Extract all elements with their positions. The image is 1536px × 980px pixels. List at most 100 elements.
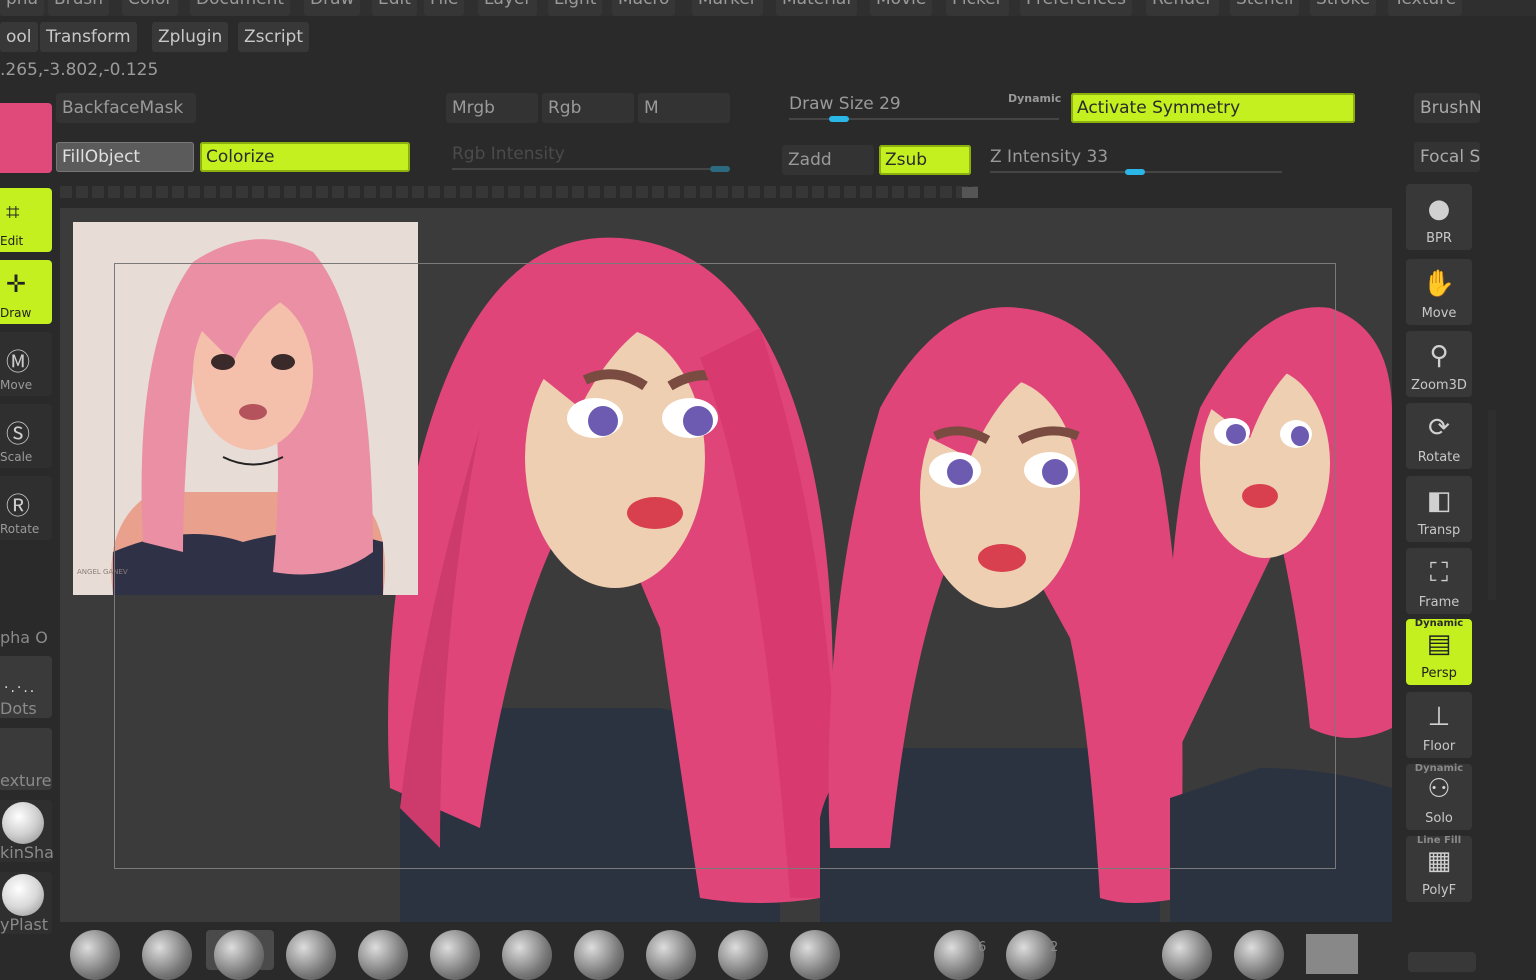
rotate3d-icon: ⟳ <box>1428 413 1450 443</box>
brush-pinch-icon[interactable] <box>430 930 480 980</box>
menu-item[interactable]: pha <box>0 0 44 16</box>
right-tool-frame[interactable]: ⛶ Frame <box>1406 548 1472 614</box>
brush-smooth-icon[interactable] <box>502 930 552 980</box>
rgb-button[interactable]: Rgb <box>542 93 634 123</box>
menu-item[interactable]: Marker <box>692 0 763 16</box>
hand-icon: ✋ <box>1422 269 1456 299</box>
menu-item[interactable]: Stencil <box>1230 0 1300 16</box>
tool-knot-icon[interactable] <box>1162 930 1212 980</box>
shelf-count-b: 2 <box>1050 940 1059 955</box>
skinshade-label: kinSha <box>0 843 54 862</box>
right-scrollbar[interactable] <box>1488 410 1496 600</box>
menu-item[interactable]: Stroke <box>1310 0 1377 16</box>
bottom-right-button[interactable] <box>1408 952 1476 972</box>
submenu-item[interactable]: ool <box>0 22 38 52</box>
menu-item[interactable]: Draw <box>304 0 361 16</box>
brush-move-icon[interactable] <box>214 930 264 980</box>
brush-trim-icon[interactable] <box>646 930 696 980</box>
submenu-item[interactable]: Transform <box>40 22 137 52</box>
brush-standard-icon[interactable] <box>70 930 120 980</box>
brush-button[interactable]: BrushN <box>1414 93 1480 123</box>
z-intensity-knob[interactable] <box>1125 169 1145 175</box>
menu-item[interactable]: Preferences <box>1020 0 1132 16</box>
right-tool-label: Solo <box>1425 811 1453 826</box>
scale-icon: Ⓢ <box>6 420 30 448</box>
texture-label: exture <box>0 771 52 790</box>
left-tool-move[interactable]: Ⓜ Move <box>0 332 52 396</box>
menu-item[interactable]: Macro <box>612 0 676 16</box>
menu-item[interactable]: Layer <box>478 0 538 16</box>
submenu-item[interactable]: Zscript <box>238 22 310 52</box>
right-tool-zoom3d[interactable]: ⚲ Zoom3D <box>1406 331 1472 397</box>
rgb-intensity-track[interactable] <box>452 168 728 170</box>
brush-mat-a-icon[interactable] <box>934 930 984 980</box>
tool-plane-icon[interactable] <box>1306 934 1358 974</box>
document-frame <box>114 263 1336 869</box>
m-button[interactable]: M <box>638 93 730 123</box>
left-tool-edit[interactable]: ⌗ Edit <box>0 188 52 252</box>
menu-item[interactable]: Color <box>122 0 179 16</box>
texture-button[interactable]: exture <box>0 728 52 790</box>
left-tool-rotate[interactable]: Ⓡ Rotate <box>0 476 52 540</box>
menu-item[interactable]: Movie <box>870 0 933 16</box>
menu-item[interactable]: Light <box>548 0 603 16</box>
move-icon: Ⓜ <box>6 348 30 376</box>
right-tool-label: PolyF <box>1421 883 1457 898</box>
brush-clip-icon[interactable] <box>790 930 840 980</box>
right-tool-label: Persp <box>1421 666 1457 681</box>
rgb-intensity-knob[interactable] <box>710 166 730 172</box>
material-skinshade-button[interactable]: kinSha <box>0 800 54 862</box>
dots-stroke-button[interactable]: ·.·.. Dots <box>0 656 52 718</box>
brush-snake-icon[interactable] <box>574 930 624 980</box>
menu-item[interactable]: Picker <box>946 0 1009 16</box>
right-tool-solo[interactable]: Dynamic ⚇ Solo <box>1406 763 1472 830</box>
submenu-item[interactable]: Zplugin <box>152 22 229 52</box>
zadd-button[interactable]: Zadd <box>782 145 874 175</box>
right-tool-persp[interactable]: Dynamic ▤ Persp <box>1406 618 1472 685</box>
material-polyplastic-button[interactable]: yPlast <box>0 872 52 934</box>
activate-symmetry-button[interactable]: Activate Symmetry <box>1071 93 1355 123</box>
tool-cube-icon[interactable] <box>1234 930 1284 980</box>
right-tool-floor[interactable]: ⊥ Floor <box>1406 692 1472 758</box>
frame-icon: ⛶ <box>1429 558 1449 588</box>
menu-item[interactable]: Render <box>1146 0 1219 16</box>
transp-icon: ◧ <box>1426 486 1452 516</box>
brush-clay-icon[interactable] <box>142 930 192 980</box>
left-tool-label: Move <box>0 378 33 392</box>
left-tool-scale[interactable]: Ⓢ Scale <box>0 404 52 468</box>
mrgb-button[interactable]: Mrgb <box>446 93 538 123</box>
dots-icon: ·.·.. <box>4 680 37 696</box>
colorize-button[interactable]: Colorize <box>200 142 410 172</box>
draw-size-value: 29 <box>879 94 901 114</box>
menu-item[interactable]: File <box>424 0 465 16</box>
menu-item[interactable]: Document <box>190 0 291 16</box>
fill-object-button[interactable]: FillObject <box>56 142 194 172</box>
right-tool-transp[interactable]: ◧ Transp <box>1406 476 1472 542</box>
tray-handle[interactable] <box>962 187 978 198</box>
right-tool-rotate[interactable]: ⟳ Rotate <box>1406 403 1472 469</box>
z-intensity-slider[interactable]: Z Intensity 33 <box>990 147 1108 167</box>
draw-size-slider[interactable]: Draw Size 29 <box>789 94 901 114</box>
draw-icon: ✛ <box>6 270 27 298</box>
solo-icon: ⚇ <box>1427 774 1451 804</box>
persp-icon: ▤ <box>1426 629 1452 659</box>
tray-divider[interactable] <box>60 186 978 198</box>
focal-shift-button[interactable]: Focal S <box>1414 142 1480 172</box>
menu-item[interactable]: Material <box>776 0 858 16</box>
draw-size-knob[interactable] <box>829 116 849 122</box>
brush-spray-icon[interactable] <box>718 930 768 980</box>
right-tool-polyf[interactable]: Line Fill ▦ PolyF <box>1406 835 1472 902</box>
menu-item[interactable]: Brush <box>48 0 110 16</box>
brush-mat-b-icon[interactable] <box>1006 930 1056 980</box>
right-tool-bpr[interactable]: ● BPR <box>1406 184 1472 250</box>
main-color-swatch[interactable] <box>0 103 52 173</box>
left-tool-draw[interactable]: ✛ Draw <box>0 260 52 324</box>
menu-item[interactable]: Edit <box>372 0 417 16</box>
edit-icon: ⌗ <box>6 198 20 226</box>
brush-inflate-icon[interactable] <box>358 930 408 980</box>
right-tool-move[interactable]: ✋ Move <box>1406 259 1472 325</box>
brush-dam-icon[interactable] <box>286 930 336 980</box>
backface-mask-button[interactable]: BackfaceMask <box>56 93 196 123</box>
zsub-button[interactable]: Zsub <box>879 145 971 175</box>
menu-item[interactable]: Texture <box>1388 0 1463 16</box>
